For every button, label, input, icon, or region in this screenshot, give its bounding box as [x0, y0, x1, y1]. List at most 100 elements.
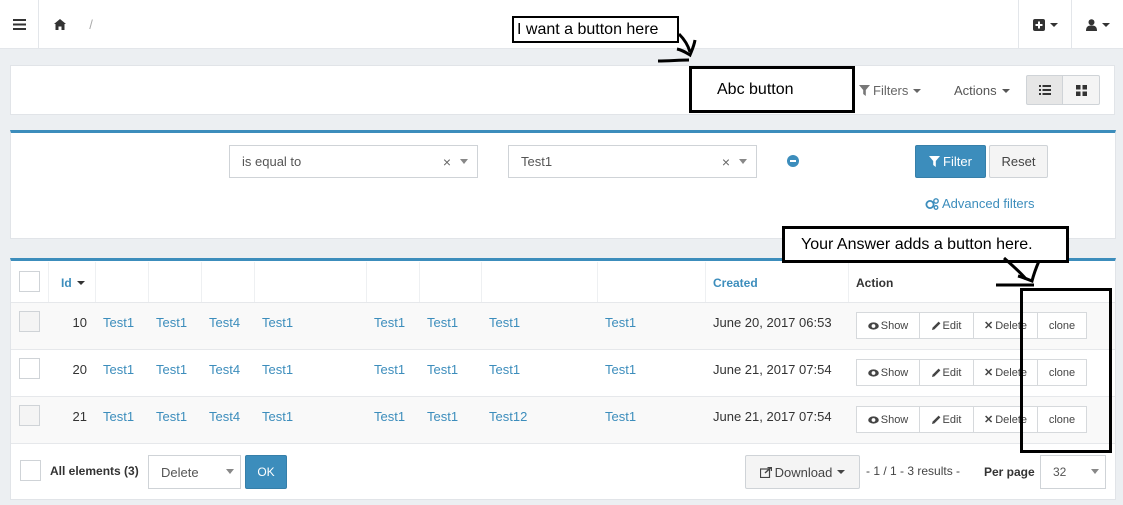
filters-label: Filters — [873, 83, 909, 98]
row-cell-link[interactable]: Test1 — [605, 315, 636, 330]
pager-info: - 1 / 1 - 3 results - — [866, 464, 961, 478]
chevron-down-icon — [1101, 22, 1110, 27]
row-cell-link[interactable]: Test1 — [605, 362, 636, 377]
filter-button[interactable]: Filter — [915, 145, 986, 178]
show-label: Show — [880, 366, 909, 379]
row-created: June 21, 2017 07:54 — [713, 409, 832, 424]
created-column-header[interactable]: Created — [713, 276, 758, 290]
actions-dropdown[interactable]: Actions — [954, 83, 1010, 98]
row-cell-link[interactable]: Test1 — [605, 409, 636, 424]
show-button[interactable]: Show — [856, 312, 920, 339]
row-cell-link[interactable]: Test1 — [103, 315, 134, 330]
filter-value-select[interactable]: Test1 × — [508, 145, 757, 178]
hamburger-icon — [12, 19, 26, 30]
chevron-down-icon — [913, 88, 922, 93]
clear-icon[interactable]: × — [722, 154, 730, 170]
chevron-down-icon — [1001, 88, 1010, 93]
id-column-header[interactable]: Id — [61, 276, 85, 290]
home-icon — [54, 19, 66, 30]
all-elements-label: All elements (3) — [50, 464, 139, 478]
show-button[interactable]: Show — [856, 406, 920, 433]
row-checkbox[interactable] — [19, 405, 40, 426]
row-cell-link[interactable]: Test4 — [209, 362, 240, 377]
batch-action-select[interactable]: Delete — [148, 455, 241, 489]
edit-button[interactable]: Edit — [919, 312, 974, 339]
row-cell-link[interactable]: Test1 — [427, 315, 458, 330]
row-cell-link[interactable]: Test1 — [262, 362, 293, 377]
row-created: June 21, 2017 07:54 — [713, 362, 832, 377]
reset-button[interactable]: Reset — [989, 145, 1048, 178]
filter-operator-value: is equal to — [242, 154, 302, 169]
row-cell-link[interactable]: Test1 — [427, 362, 458, 377]
minus-circle-icon — [787, 155, 799, 167]
edit-label: Edit — [942, 366, 962, 379]
row-cell-link[interactable]: Test1 — [374, 362, 405, 377]
row-cell-link[interactable]: Test1 — [262, 315, 293, 330]
user-menu-toggle[interactable] — [1072, 0, 1123, 49]
row-cell-link[interactable]: Test1 — [156, 409, 187, 424]
sort-down-icon — [76, 281, 85, 285]
clear-icon[interactable]: × — [443, 154, 451, 170]
eye-icon — [867, 321, 879, 330]
row-cell-link[interactable]: Test1 — [156, 362, 187, 377]
eye-icon — [867, 368, 879, 377]
remove-filter-button[interactable] — [787, 155, 799, 170]
filters-dropdown[interactable]: Filters — [859, 83, 922, 98]
sidebar-toggle[interactable] — [0, 0, 38, 49]
add-menu-toggle[interactable] — [1019, 0, 1071, 49]
plus-square-icon — [1032, 18, 1045, 31]
arrow-icon — [996, 256, 1041, 287]
list-toolbar — [10, 65, 1115, 115]
filter-operator-select[interactable]: is equal to × — [229, 145, 478, 178]
pencil-icon — [931, 368, 940, 377]
row-created: June 20, 2017 06:53 — [713, 315, 832, 330]
row-cell-link[interactable]: Test4 — [209, 315, 240, 330]
row-cell-link[interactable]: Test4 — [209, 409, 240, 424]
per-page-select[interactable]: 32 — [1040, 455, 1106, 489]
filter-icon — [859, 85, 870, 96]
mosaic-view-button[interactable] — [1062, 75, 1100, 105]
chevron-down-icon — [837, 470, 846, 474]
chevron-down-icon — [460, 159, 468, 164]
chevron-down-icon — [226, 469, 234, 474]
download-label: Download — [774, 464, 833, 480]
row-cell-link[interactable]: Test12 — [489, 409, 527, 424]
edit-button[interactable]: Edit — [919, 406, 974, 433]
list-view-button[interactable] — [1026, 75, 1063, 105]
times-icon: ✕ — [983, 414, 994, 426]
row-checkbox[interactable] — [19, 358, 40, 379]
row-cell-link[interactable]: Test1 — [156, 315, 187, 330]
edit-label: Edit — [942, 319, 962, 332]
row-checkbox[interactable] — [19, 311, 40, 332]
ok-button[interactable]: OK — [245, 455, 287, 489]
select-all-checkbox[interactable] — [19, 271, 40, 292]
times-icon: ✕ — [983, 367, 994, 379]
row-cell-link[interactable]: Test1 — [103, 409, 134, 424]
row-cell-link[interactable]: Test1 — [489, 315, 520, 330]
row-cell-link[interactable]: Test1 — [489, 362, 520, 377]
home-link[interactable] — [50, 0, 70, 49]
actions-label: Actions — [954, 83, 997, 98]
row-id: 21 — [72, 409, 87, 424]
select-all-elements-checkbox[interactable] — [20, 460, 41, 481]
show-label: Show — [880, 413, 909, 426]
row-cell-link[interactable]: Test1 — [103, 362, 134, 377]
eye-icon — [867, 415, 879, 424]
annotation-want-button: I want a button here — [512, 16, 679, 43]
pencil-icon — [931, 321, 940, 330]
edit-button[interactable]: Edit — [919, 359, 974, 386]
arrow-icon — [657, 32, 697, 63]
per-page-value: 32 — [1053, 465, 1067, 479]
row-cell-link[interactable]: Test1 — [262, 409, 293, 424]
row-cell-link[interactable]: Test1 — [427, 409, 458, 424]
show-label: Show — [880, 319, 909, 332]
row-cell-link[interactable]: Test1 — [374, 315, 405, 330]
filter-value: Test1 — [521, 154, 553, 169]
advanced-filters-link[interactable]: Advanced filters — [925, 196, 1035, 211]
chevron-down-icon — [1091, 469, 1099, 474]
show-button[interactable]: Show — [856, 359, 920, 386]
row-cell-link[interactable]: Test1 — [374, 409, 405, 424]
id-header-label: Id — [61, 276, 72, 290]
batch-action-value: Delete — [161, 464, 199, 480]
download-button[interactable]: Download — [745, 455, 860, 489]
